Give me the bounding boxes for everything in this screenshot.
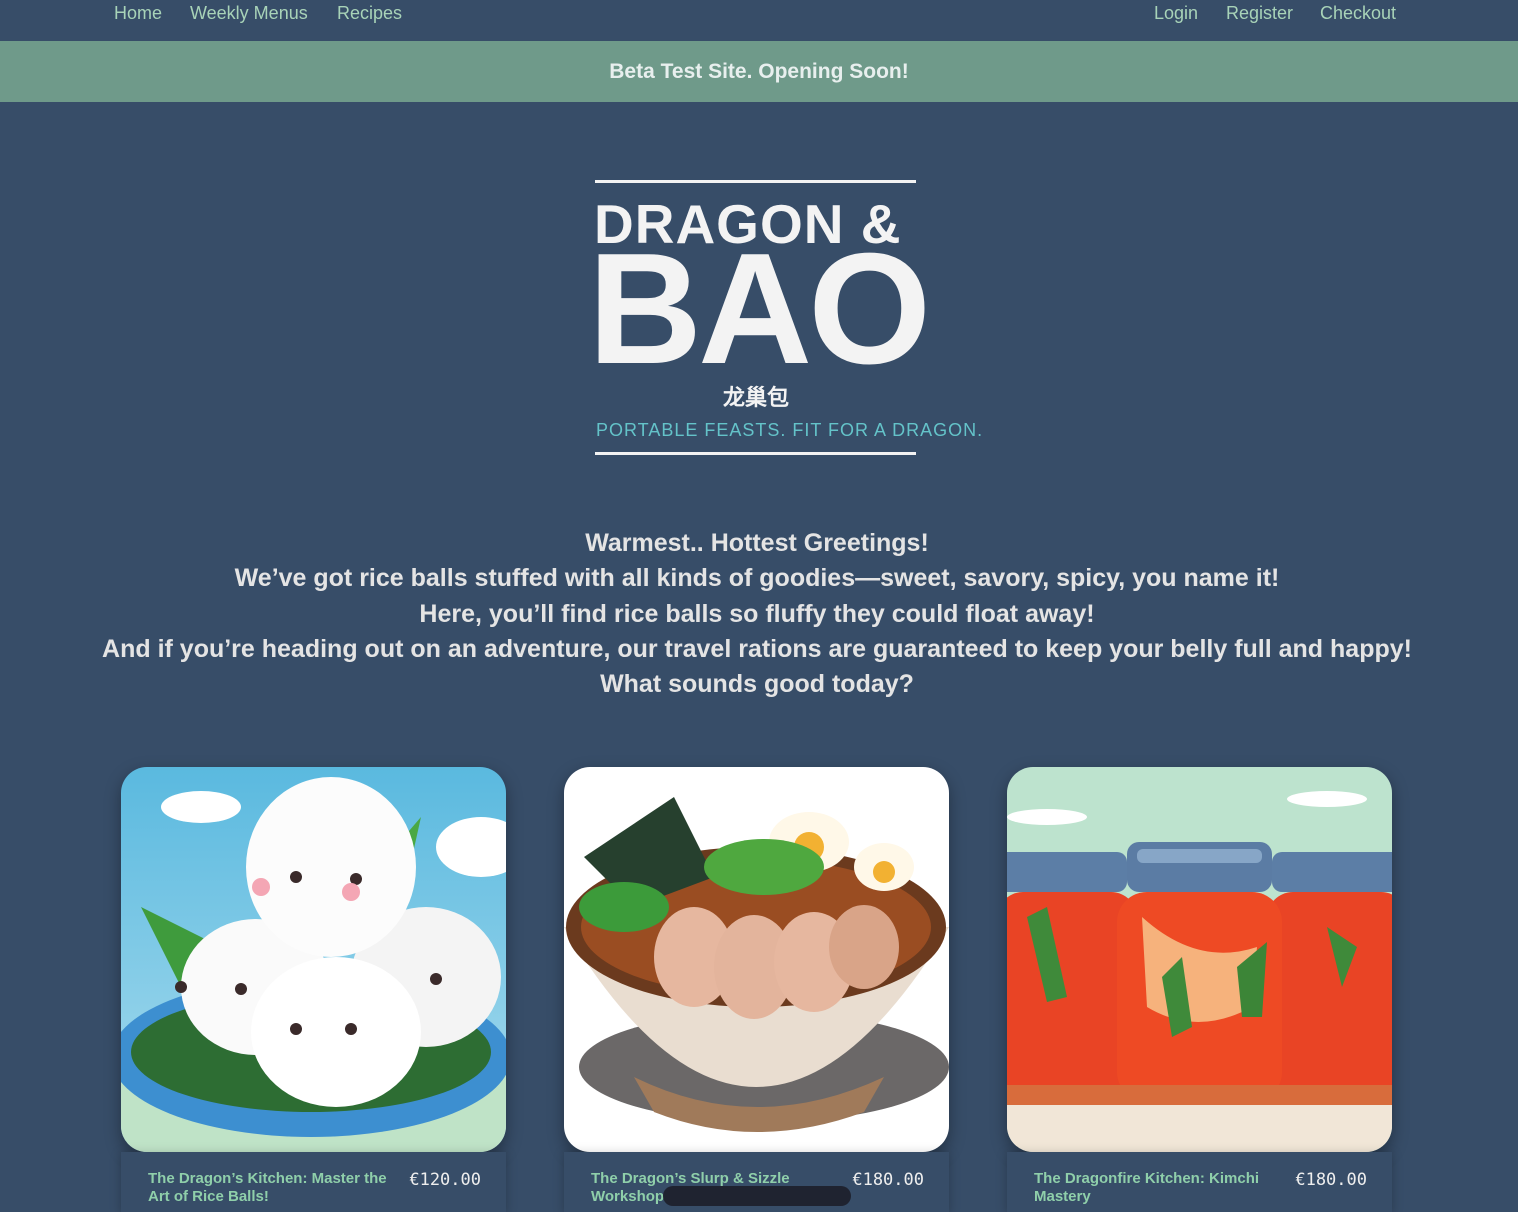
greeting-line: What sounds good today? [600, 670, 914, 699]
product-info: The Dragonfire Kitchen: Kimchi Mastery €… [1007, 1152, 1392, 1212]
nav-link-login[interactable]: Login [1154, 3, 1198, 24]
nav-link-checkout[interactable]: Checkout [1320, 3, 1396, 24]
product-card-kimchi[interactable]: The Dragonfire Kitchen: Kimchi Mastery €… [1007, 767, 1392, 1212]
greeting-line: Warmest.. Hottest Greetings! [585, 529, 929, 557]
greeting-line: We’ve got rice balls stuffed with all ki… [234, 564, 1280, 593]
top-navigation: Home Weekly Menus Recipes Login Register… [0, 0, 1518, 41]
product-info: The Dragon’s Kitchen: Master the Art of … [121, 1152, 506, 1212]
product-price: €180.00 [1295, 1170, 1367, 1190]
greeting-line: Here, you’ll find rice balls so fluffy t… [419, 599, 1095, 628]
logo-bottom-rule [595, 452, 916, 455]
floating-toolbar[interactable] [663, 1186, 851, 1206]
logo-top-rule [595, 180, 916, 183]
nav-link-weekly-menus[interactable]: Weekly Menus [190, 3, 308, 24]
beta-banner: Beta Test Site. Opening Soon! [0, 41, 1518, 102]
product-price: €120.00 [409, 1170, 481, 1190]
ramen-bowl-image[interactable] [564, 767, 949, 1152]
nav-link-home[interactable]: Home [114, 3, 162, 24]
logo-line-2: BAO [588, 221, 931, 397]
greeting-text: Warmest.. Hottest Greetings! We’ve got r… [0, 526, 1514, 702]
rice-balls-image[interactable] [121, 767, 506, 1152]
product-card-ramen[interactable]: The Dragon’s Slurp & Sizzle Workshop €18… [564, 767, 949, 1212]
product-title[interactable]: The Dragonfire Kitchen: Kimchi Mastery [1034, 1170, 1294, 1206]
site-logo: DRAGON & BAO 龙巢包 PORTABLE FEASTS. FIT FO… [588, 178, 984, 460]
greeting-line: And if you’re heading out on an adventur… [102, 634, 1412, 663]
nav-link-register[interactable]: Register [1226, 3, 1293, 24]
kimchi-jars-image[interactable] [1007, 767, 1392, 1152]
nav-link-recipes[interactable]: Recipes [337, 3, 402, 24]
product-price: €180.00 [852, 1170, 924, 1190]
product-title[interactable]: The Dragon’s Kitchen: Master the Art of … [148, 1170, 408, 1206]
product-card-rice-balls[interactable]: The Dragon’s Kitchen: Master the Art of … [121, 767, 506, 1212]
logo-chinese-name: 龙巢包 [722, 385, 789, 410]
logo-tagline: PORTABLE FEASTS. FIT FOR A DRAGON. [596, 420, 984, 440]
